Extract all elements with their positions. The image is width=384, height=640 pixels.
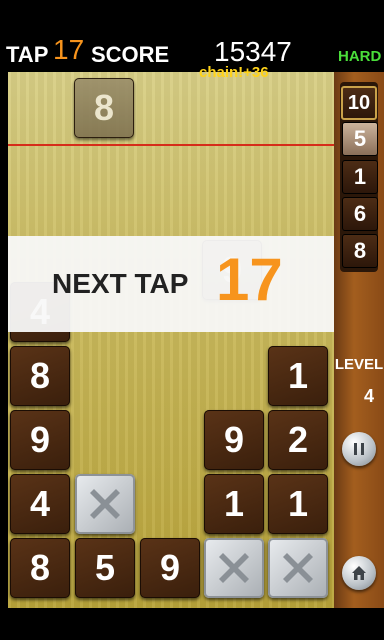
board-tile[interactable]: 1 <box>204 474 264 534</box>
tile-value: 1 <box>287 355 309 396</box>
board-tile[interactable]: 1 <box>268 346 328 406</box>
tile-value: 1 <box>287 483 309 524</box>
tile-value: 1 <box>223 483 245 524</box>
pause-button[interactable] <box>342 432 376 466</box>
board-tile[interactable]: 9 <box>10 410 70 470</box>
level-value: 4 <box>363 386 374 406</box>
next-tap-label: NEXT TAP <box>52 268 189 299</box>
tile-value: 8 <box>29 355 51 396</box>
tile-value: 9 <box>29 419 51 460</box>
next-tap-value: 17 <box>216 246 283 313</box>
preview-tile: 10 <box>341 86 377 120</box>
x-block-icon <box>219 553 249 583</box>
blocker-tile <box>75 474 135 534</box>
board-tile[interactable]: 2 <box>268 410 328 470</box>
preview-tile: 5 <box>342 122 378 156</box>
top-bar: TAP 17 SCORE 15347 HARD <box>0 0 384 72</box>
preview-tile: 1 <box>342 160 378 194</box>
board-tile[interactable]: 4 <box>10 474 70 534</box>
preview-tile-value: 10 <box>347 91 371 114</box>
tile-value: 4 <box>29 483 51 524</box>
level-label: LEVEL <box>334 356 384 373</box>
tile-value: 8 <box>29 547 51 588</box>
x-block-icon <box>283 553 313 583</box>
board-tile[interactable]: 1 <box>268 474 328 534</box>
board-tile[interactable]: 9 <box>204 410 264 470</box>
blocker-tile <box>268 538 328 598</box>
board-tile[interactable]: 8 <box>10 538 70 598</box>
pause-icon <box>354 443 364 455</box>
difficulty-label: HARD <box>338 48 382 65</box>
preview-tile: 6 <box>342 197 378 231</box>
home-icon <box>352 566 366 580</box>
preview-tile: 8 <box>342 234 378 268</box>
preview-tile-value: 8 <box>353 238 367 263</box>
tap-count: 17 <box>53 34 85 65</box>
board-tile[interactable]: 9 <box>140 538 200 598</box>
board-tile[interactable]: 8 <box>10 346 70 406</box>
blocker-tile <box>204 538 264 598</box>
falling-tile-value: 8 <box>93 87 115 128</box>
danger-line <box>8 144 334 146</box>
x-block-icon <box>90 489 120 519</box>
preview-tile-value: 5 <box>353 126 367 151</box>
tile-value: 2 <box>287 419 309 460</box>
tap-label: TAP <box>6 42 49 67</box>
tile-value: 9 <box>159 547 181 588</box>
board-tile[interactable]: 5 <box>75 538 135 598</box>
tile-value: 9 <box>223 419 245 460</box>
tile-value: 5 <box>94 547 116 588</box>
score-label: SCORE <box>91 42 170 67</box>
home-button[interactable] <box>342 556 376 590</box>
preview-tile-value: 1 <box>353 164 367 189</box>
falling-tile[interactable]: 8 <box>74 78 134 138</box>
chain-bonus: chain!+36 <box>199 64 269 81</box>
preview-tile-value: 6 <box>353 201 367 226</box>
